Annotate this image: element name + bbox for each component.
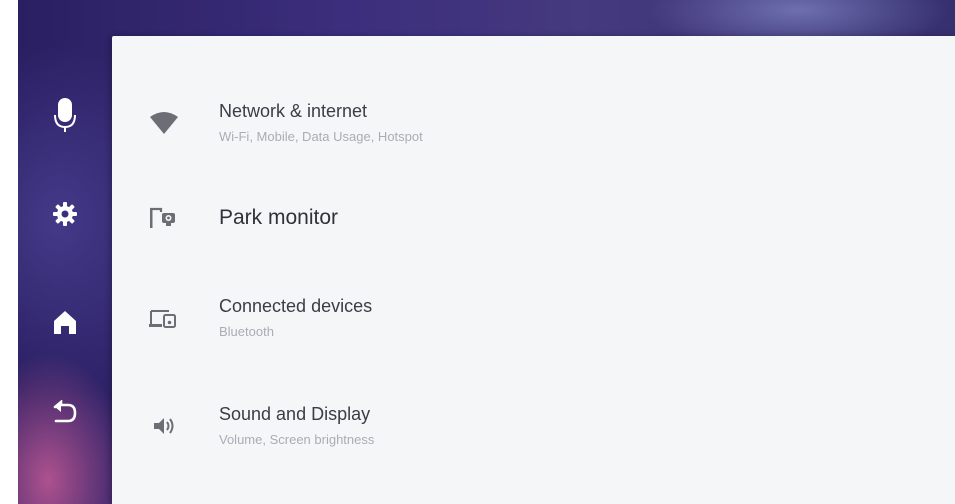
microphone-icon (54, 98, 76, 132)
home-button[interactable] (48, 305, 82, 339)
connected-devices-icon (146, 303, 182, 333)
settings-item-sound-display[interactable]: Sound and Display Volume, Screen brightn… (112, 381, 955, 471)
settings-item-connected-devices[interactable]: Connected devices Bluetooth (112, 273, 955, 363)
settings-panel: Network & internet Wi-Fi, Mobile, Data U… (112, 36, 955, 504)
settings-screen: Network & internet Wi-Fi, Mobile, Data U… (0, 0, 955, 504)
nav-rail (18, 0, 112, 504)
back-button[interactable] (48, 396, 82, 430)
settings-item-subtitle: Wi-Fi, Mobile, Data Usage, Hotspot (219, 129, 423, 144)
microphone-button[interactable] (48, 98, 82, 132)
gear-icon (53, 202, 77, 226)
back-icon (53, 400, 77, 423)
settings-item-subtitle: Volume, Screen brightness (219, 432, 375, 447)
settings-item-network[interactable]: Network & internet Wi-Fi, Mobile, Data U… (112, 78, 955, 168)
settings-item-title: Network & internet (219, 101, 368, 121)
park-monitor-icon (146, 203, 182, 233)
settings-item-title: Park monitor (219, 206, 339, 229)
settings-item-park-monitor[interactable]: Park monitor (112, 173, 955, 263)
settings-item-title: Connected devices (219, 296, 373, 316)
home-icon (54, 311, 76, 334)
settings-item-title: Sound and Display (219, 404, 371, 424)
wifi-icon (146, 108, 182, 138)
speaker-icon (146, 411, 182, 441)
left-margin (0, 0, 18, 504)
settings-button[interactable] (48, 197, 82, 231)
settings-item-subtitle: Bluetooth (219, 324, 274, 339)
